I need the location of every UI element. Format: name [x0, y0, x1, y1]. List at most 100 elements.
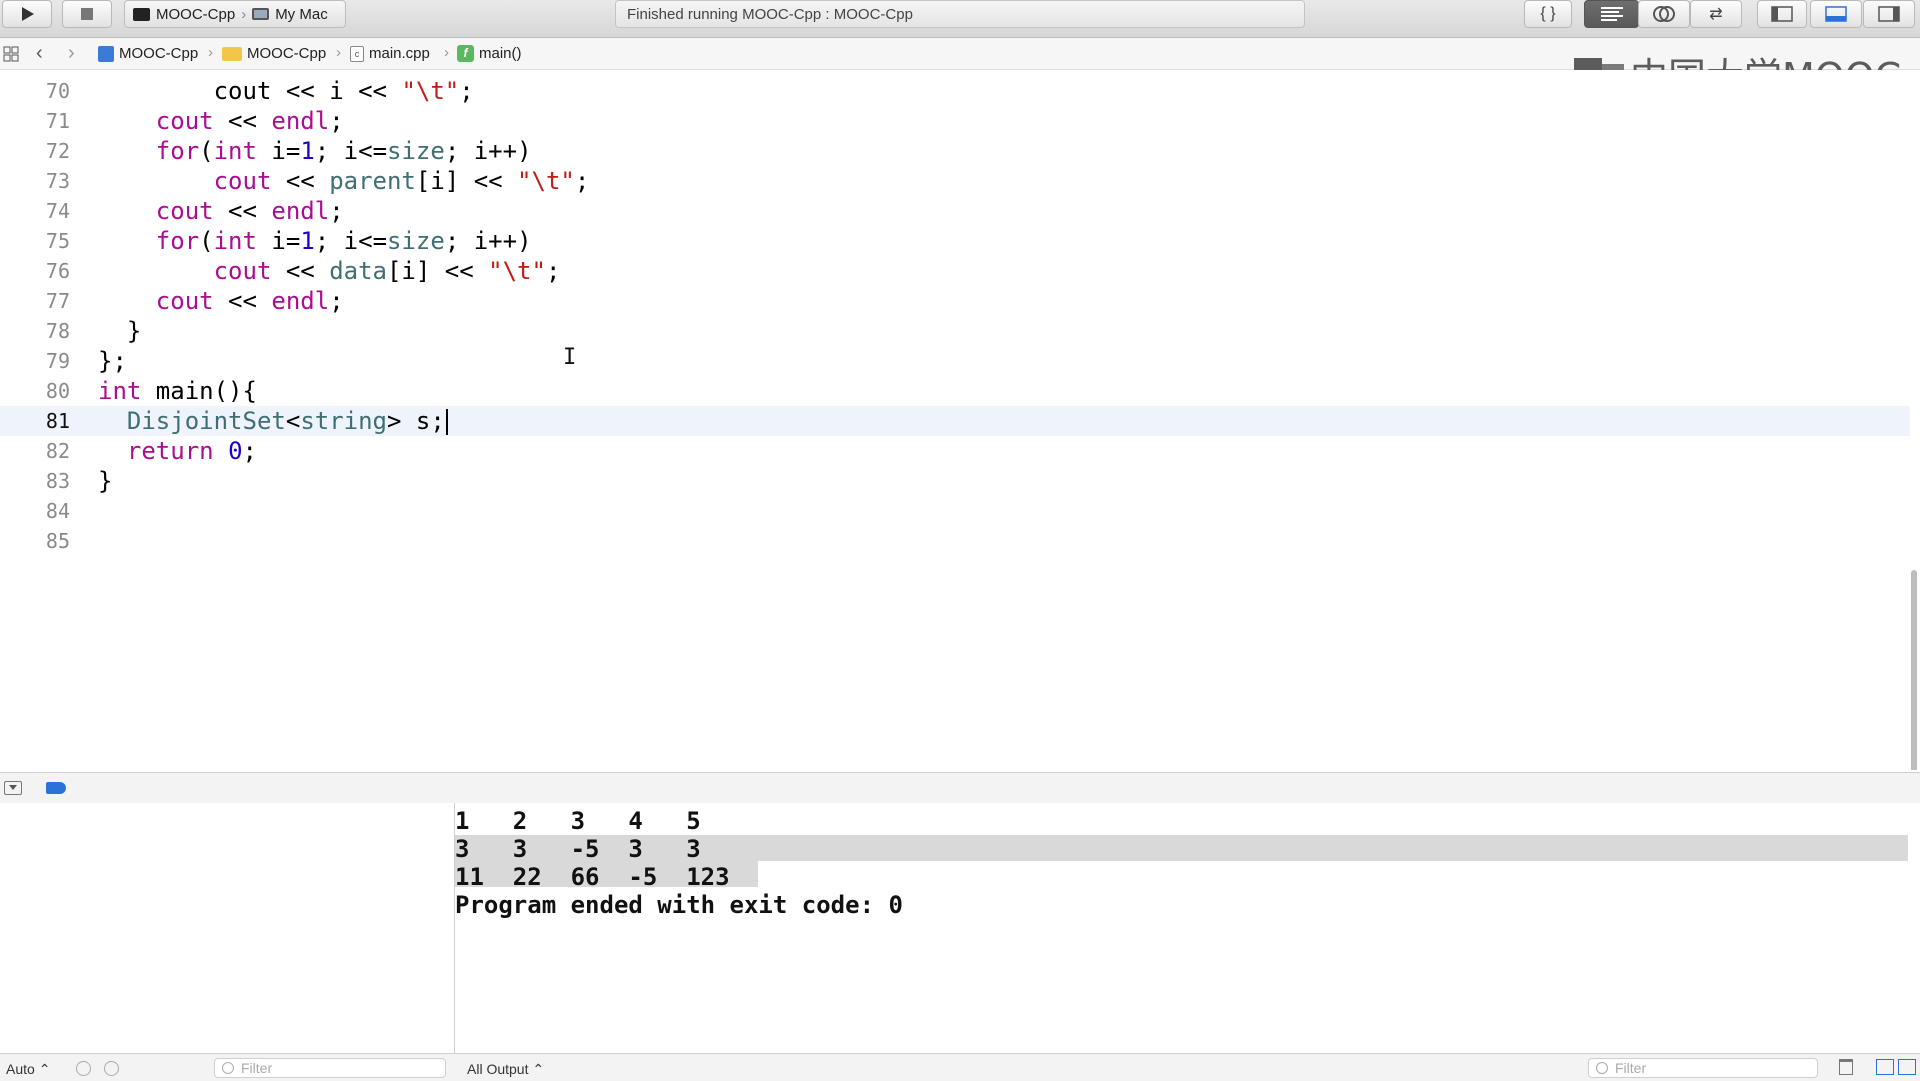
crumb-folder-label: MOOC-Cpp [247, 45, 327, 62]
editor-scrollbar[interactable] [1911, 570, 1917, 770]
activity-status: Finished running MOOC-Cpp : MOOC-Cpp [627, 6, 913, 23]
code-line: 83 } [0, 466, 1910, 496]
variables-scope-popup[interactable]: Auto ⌃ [6, 1061, 50, 1078]
version-editor-button[interactable]: ⇄ [1690, 0, 1742, 28]
debug-area-toggle-icon [1825, 6, 1847, 22]
chevron-right-icon: › [208, 44, 213, 61]
code-text: for(int i=1; i<=size; i++) [155, 137, 532, 165]
line-number: 70 [45, 79, 70, 103]
console-scope-popup[interactable]: All Output ⌃ [467, 1061, 544, 1078]
line-number: 74 [45, 199, 70, 223]
crumb-function[interactable]: f main() [457, 45, 522, 62]
code-text: cout << endl; [155, 287, 344, 315]
run-button[interactable] [2, 0, 52, 28]
line-number: 82 [45, 439, 70, 463]
line-number: 80 [45, 379, 70, 403]
code-line: 85 [0, 526, 1910, 556]
code-line: 78 } [0, 316, 1910, 346]
code-text: } [98, 467, 113, 495]
project-icon [98, 45, 114, 62]
code-line: 84 [0, 496, 1910, 526]
code-line: 70 cout << i << "\t"; [0, 76, 1910, 106]
play-icon [22, 7, 34, 21]
code-line: 74 cout << endl; [0, 196, 1910, 226]
line-number: 72 [45, 139, 70, 163]
info-icon[interactable] [104, 1061, 119, 1076]
utilities-toggle-button[interactable] [1863, 0, 1915, 28]
show-console-view-icon[interactable] [1898, 1059, 1916, 1075]
line-number: 75 [45, 229, 70, 253]
console-line: 11 22 66 -5 123 [455, 863, 730, 891]
crumb-file[interactable]: c main.cpp [350, 45, 430, 62]
line-number: 76 [45, 259, 70, 283]
standard-editor-button[interactable] [1584, 0, 1639, 28]
crumb-file-label: main.cpp [369, 45, 430, 62]
related-items-icon[interactable] [3, 46, 19, 62]
code-line: 76 cout << data[i] << "\t"; [0, 256, 1910, 286]
crumb-folder[interactable]: MOOC-Cpp [222, 45, 326, 62]
crumb-project[interactable]: MOOC-Cpp [98, 45, 198, 62]
code-text: int main(){ [98, 377, 257, 405]
function-icon: f [457, 45, 474, 62]
line-number: 73 [45, 169, 70, 193]
debug-bottom-bar: Auto ⌃ Filter All Output ⌃ Filter [0, 1053, 1920, 1081]
mac-icon [252, 8, 270, 20]
current-code-line: 81 DisjointSet<string> s; [0, 406, 1910, 436]
back-arrow-icon[interactable]: ‹ [36, 42, 43, 65]
utilities-toggle-icon [1878, 6, 1900, 22]
code-text: cout << i << "\t"; [98, 77, 474, 105]
console-line: 3 3 -5 3 3 [455, 835, 701, 863]
code-line: 82 return 0; [0, 436, 1910, 466]
line-number: 84 [45, 499, 70, 523]
code-text: cout << parent[i] << "\t"; [213, 167, 590, 195]
code-text: return 0; [126, 437, 257, 465]
show-variables-view-icon[interactable] [1876, 1059, 1894, 1075]
navigator-toggle-icon [1771, 6, 1793, 22]
line-number: 77 [45, 289, 70, 313]
chevron-right-icon: › [444, 44, 449, 61]
console-filter-field[interactable]: Filter [1588, 1058, 1818, 1078]
line-number: 78 [45, 319, 70, 343]
assistant-editor-icon [1653, 6, 1675, 22]
crumb-project-label: MOOC-Cpp [119, 45, 199, 62]
hide-debug-area-icon[interactable] [4, 781, 22, 795]
breakpoints-toggle-icon[interactable] [46, 782, 66, 794]
code-review-button[interactable]: { } [1524, 0, 1572, 28]
code-line: 80 int main(){ [0, 376, 1910, 406]
console-line: Program ended with exit code: 0 [455, 891, 903, 919]
crumb-function-label: main() [479, 45, 522, 62]
code-line: 71 cout << endl; [0, 106, 1910, 136]
code-line: 72 for(int i=1; i<=size; i++) [0, 136, 1910, 166]
filter-placeholder: Filter [1615, 1060, 1647, 1076]
line-number: 79 [45, 349, 70, 373]
source-editor[interactable]: 70 cout << i << "\t"; 71 cout << endl; 7… [0, 70, 1920, 770]
line-number: 81 [45, 409, 70, 433]
toolbar: MOOC-Cpp › My Mac Finished running MOOC-… [0, 0, 1920, 38]
standard-editor-icon [1600, 7, 1623, 21]
assistant-editor-button[interactable] [1638, 0, 1690, 28]
code-line: 73 cout << parent[i] << "\t"; [0, 166, 1910, 196]
eye-icon[interactable] [76, 1061, 91, 1076]
scheme-destination: My Mac [275, 5, 328, 23]
variables-view [0, 803, 455, 1053]
code-text: } [98, 317, 142, 345]
code-text: cout << endl; [155, 107, 344, 135]
ibeam-cursor-icon: I [563, 345, 577, 370]
forward-arrow-icon[interactable]: › [68, 42, 75, 65]
console-line: 1 2 3 4 5 [455, 807, 701, 835]
line-number: 71 [45, 109, 70, 133]
debug-area-toggle-button[interactable] [1810, 0, 1862, 28]
scheme-selector[interactable]: MOOC-Cpp › My Mac [124, 0, 346, 28]
line-number: 83 [45, 469, 70, 493]
code-text: }; [98, 347, 127, 375]
filter-placeholder: Filter [241, 1060, 273, 1076]
navigator-toggle-button[interactable] [1757, 0, 1807, 28]
trash-icon[interactable] [1839, 1059, 1853, 1075]
code-text: cout << data[i] << "\t"; [213, 257, 561, 285]
code-line: 75 for(int i=1; i<=size; i++) [0, 226, 1910, 256]
stop-button[interactable] [62, 0, 112, 28]
code-text: DisjointSet<string> s; [98, 406, 448, 436]
variables-filter-field[interactable]: Filter [214, 1058, 446, 1078]
console-output[interactable]: 1 2 3 4 5 3 3 -5 3 3 11 22 66 -5 123 Pro… [455, 803, 1920, 1053]
stop-icon [81, 8, 93, 20]
